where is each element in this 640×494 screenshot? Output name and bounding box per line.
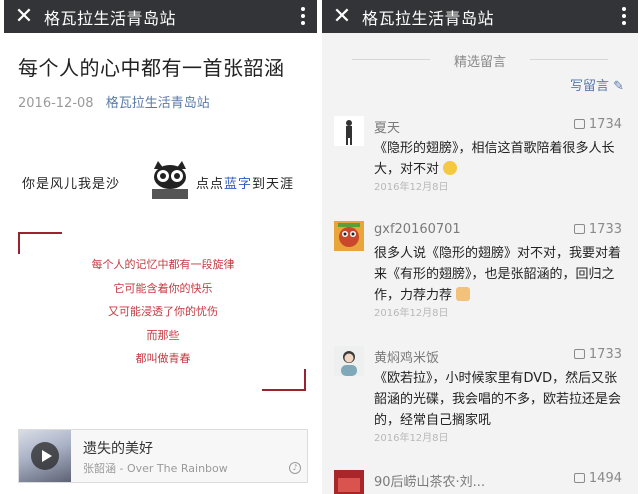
comment-date: 2016年12月8日 [374, 182, 449, 193]
poem-line: 又可能浸透了你的忧伤 [108, 305, 218, 318]
comment-item: 黄焖鸡米饭 1733 《欧若拉》，小时候家里有DVD，然后又张韶涵的光碟，我会唱… [322, 346, 638, 446]
commenter-name: 黄焖鸡米饭 [374, 351, 440, 366]
top-bar: ✕ 格瓦拉生活青岛站 [4, 0, 317, 33]
article-meta: 2016-12-08 格瓦拉生活青岛站 [18, 92, 210, 111]
commenter-name: 90后崂山茶农·刘... [374, 475, 486, 490]
account-link[interactable]: 格瓦拉生活青岛站 [106, 96, 210, 111]
more-vertical-icon[interactable] [622, 7, 626, 25]
owl-mascot-icon [152, 161, 188, 199]
play-icon[interactable] [31, 442, 59, 470]
pencil-icon: ✎ [613, 79, 624, 94]
like-button[interactable]: 1734 [573, 117, 622, 132]
article-title: 每个人的心中都有一首张韶涵 [18, 56, 285, 80]
thumbs-up-icon [573, 349, 585, 359]
victory-hand-emoji-icon [456, 287, 471, 301]
page-title: 格瓦拉生活青岛站 [44, 8, 177, 28]
poem-line: 每个人的记忆中都有一段旋律 [91, 258, 235, 271]
thumbs-up-icon [573, 224, 585, 234]
section-title: 精选留言 [453, 55, 506, 70]
more-vertical-icon[interactable] [301, 7, 305, 25]
banner-left-text: 你是风儿我是沙 [22, 177, 121, 192]
article-panel: ✕ 格瓦拉生活青岛站 每个人的心中都有一首张韶涵 2016-12-08 格瓦拉生… [4, 0, 317, 494]
commenter-name: 夏天 [374, 121, 401, 136]
comment-text: 《欧若拉》，小时候家里有DVD，然后又张韶涵的光碟，我会唱的不多，欧若拉还是会的… [374, 371, 622, 428]
page-title: 格瓦拉生活青岛站 [362, 8, 495, 28]
smile-emoji-icon [443, 161, 458, 175]
comment-item: 夏天 1734 《隐形的翅膀》，相信这首歌陪着很多人长大，对不对 2016年12… [322, 116, 638, 196]
close-icon[interactable]: ✕ [4, 0, 44, 33]
like-button[interactable]: 1733 [573, 222, 622, 237]
article-date: 2016-12-08 [18, 96, 94, 111]
follow-banner: 你是风儿我是沙 点点蓝字到天涯 [14, 155, 314, 205]
avatar[interactable] [334, 116, 364, 146]
divider [530, 59, 608, 60]
poem-line: 而那些 [146, 328, 180, 342]
avatar[interactable] [334, 346, 364, 376]
music-card[interactable]: 遗失的美好 张韶涵 - Over The Rainbow ♪ [18, 429, 308, 483]
top-bar: ✕ 格瓦拉生活青岛站 [322, 0, 638, 33]
comment-date: 2016年12月8日 [374, 308, 449, 319]
avatar[interactable] [334, 470, 364, 494]
poem-text: 每个人的记忆中都有一段旋律 它可能含着你的快乐 又可能浸透了你的忧伤 而那些 都… [18, 258, 308, 376]
comment-text: 《隐形的翅膀》，相信这首歌陪着很多人长大，对不对 [374, 141, 615, 177]
like-button[interactable]: 1733 [573, 347, 622, 362]
music-source-icon: ♪ [289, 462, 301, 474]
comment-item: 90后崂山茶农·刘... 1494 [322, 470, 638, 494]
thumbs-up-icon [573, 473, 585, 483]
banner-right-text: 点点蓝字到天涯 [196, 177, 295, 192]
frame-corner-top-left [18, 232, 62, 254]
comment-text: 很多人说《隐形的翅膀》对不对，我要对着来《有形的翅膀》，也是张韶涵的，回归之作，… [374, 246, 622, 303]
like-button[interactable]: 1494 [573, 471, 622, 486]
comment-item: gxf20160701 1733 很多人说《隐形的翅膀》对不对，我要对着来《有形… [322, 221, 638, 321]
avatar[interactable] [334, 221, 364, 251]
close-icon[interactable]: ✕ [322, 0, 362, 33]
song-artist: 张韶涵 - Over The Rainbow [83, 462, 228, 475]
frame-corner-bottom-right [262, 369, 306, 391]
poem-line: 它可能含着你的快乐 [113, 281, 213, 295]
comment-date: 2016年12月8日 [374, 433, 449, 444]
song-title: 遗失的美好 [83, 441, 153, 457]
thumbs-up-icon [573, 119, 585, 129]
comments-panel: ✕ 格瓦拉生活青岛站 精选留言 写留言 ✎ 夏天 1734 《隐形的翅膀》，相信… [322, 0, 638, 494]
write-comment-button[interactable]: 写留言 ✎ [570, 75, 624, 94]
commenter-name: gxf20160701 [374, 222, 461, 237]
